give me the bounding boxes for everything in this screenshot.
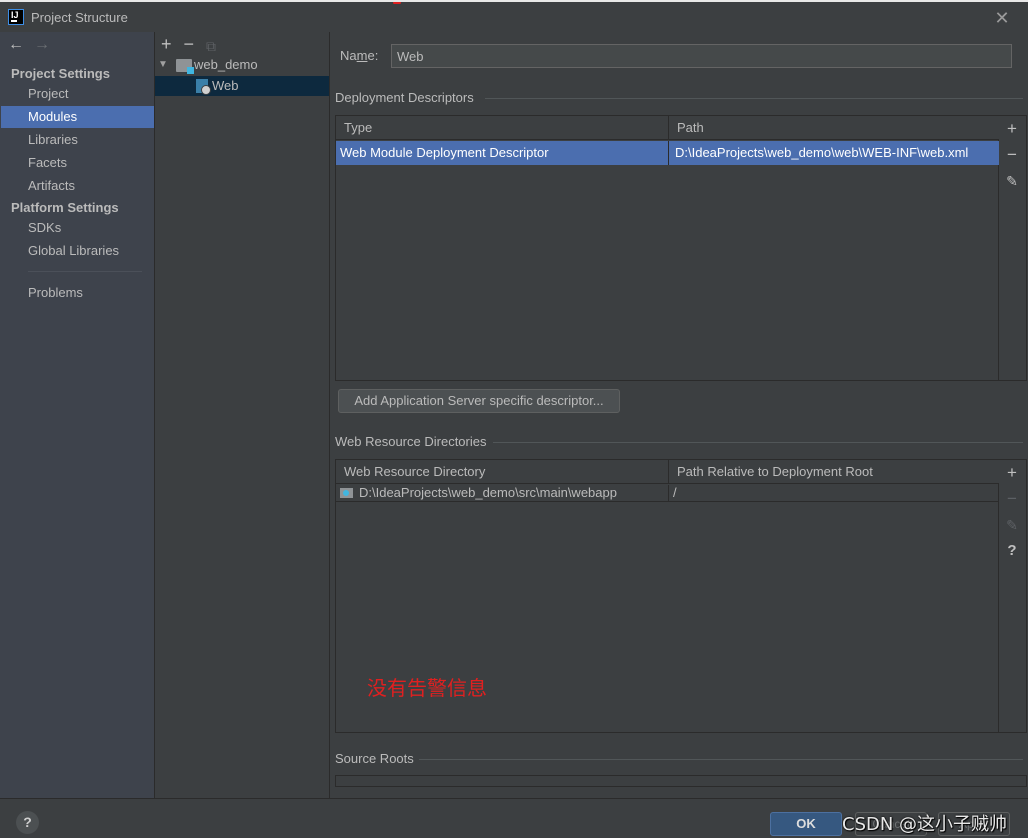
annotation-text: 没有告警信息 — [367, 676, 487, 700]
help-directory-button[interactable]: ? — [998, 538, 1026, 564]
deployment-descriptors-table: Type Path Web Module Deployment Descript… — [335, 115, 1027, 381]
column-header-relative-path[interactable]: Path Relative to Deployment Root — [668, 460, 999, 484]
module-tree-panel: + − ⧉ ▼ web_demo Web — [155, 32, 330, 798]
facet-detail-panel: Name: Deployment Descriptors Type Path W… — [330, 32, 1028, 798]
edit-descriptor-button[interactable]: ✎ — [998, 168, 1026, 194]
expand-arrow-icon[interactable]: ▼ — [158, 55, 168, 75]
window-title: Project Structure — [31, 10, 128, 25]
sidebar-item-sdks[interactable]: SDKs — [1, 217, 154, 239]
pencil-icon: ✎ — [1006, 173, 1018, 189]
sidebar-item-modules[interactable]: Modules — [1, 106, 154, 128]
descriptor-path-cell: D:\IdeaProjects\web_demo\web\WEB-INF\web… — [668, 141, 999, 165]
pencil-icon: ✎ — [1006, 517, 1018, 533]
question-icon: ? — [1007, 542, 1017, 559]
plus-icon: + — [1007, 463, 1017, 482]
add-directory-button[interactable]: + — [998, 460, 1026, 486]
resource-toolbar: + − ✎ ? — [998, 460, 1026, 732]
logo-text: IJ — [11, 10, 19, 20]
add-server-descriptor-button[interactable]: Add Application Server specific descript… — [338, 389, 620, 413]
close-icon: ✕ — [994, 8, 1010, 28]
column-header-type[interactable]: Type — [336, 116, 668, 140]
group-separator — [419, 759, 1023, 760]
add-descriptor-button[interactable]: + — [998, 116, 1026, 142]
source-roots-list — [335, 775, 1027, 787]
title-bar: IJ Project Structure ✕ — [0, 4, 1028, 32]
descriptor-type-cell: Web Module Deployment Descriptor — [340, 145, 549, 160]
descriptor-table-body: Type Path Web Module Deployment Descript… — [336, 116, 999, 380]
dialog-footer: ? OK Cancel Apply CSDN @这小子贼帅 — [0, 798, 1028, 838]
module-folder-icon — [176, 59, 194, 74]
sidebar-divider — [28, 271, 142, 272]
tree-node-label: web_demo — [194, 57, 258, 72]
web-resource-directories-title: Web Resource Directories — [335, 434, 487, 449]
deployment-descriptors-title: Deployment Descriptors — [335, 90, 474, 105]
intellij-logo-icon: IJ — [8, 9, 24, 25]
tree-node-web-demo[interactable]: ▼ web_demo — [155, 55, 329, 75]
section-project-settings: Project Settings — [11, 66, 110, 81]
sidebar-item-artifacts[interactable]: Artifacts — [1, 175, 154, 197]
web-folder-icon — [340, 488, 353, 498]
minus-icon: − — [1007, 145, 1017, 164]
minus-icon: − — [1007, 489, 1017, 508]
table-header: Type Path — [336, 116, 999, 140]
column-header-directory[interactable]: Web Resource Directory — [336, 460, 668, 484]
close-button[interactable]: ✕ — [992, 8, 1012, 28]
column-header-path[interactable]: Path — [668, 116, 999, 140]
tree-node-web[interactable]: Web — [155, 76, 329, 96]
remove-descriptor-button[interactable]: − — [998, 142, 1026, 168]
ok-button[interactable]: OK — [770, 812, 842, 836]
sidebar-item-project[interactable]: Project — [1, 83, 154, 105]
help-button[interactable]: ? — [16, 811, 39, 834]
web-facet-icon — [196, 79, 211, 95]
table-row[interactable]: Web Module Deployment Descriptor D:\Idea… — [336, 141, 999, 165]
sidebar-item-problems[interactable]: Problems — [1, 282, 154, 304]
relative-path-cell: / — [668, 485, 999, 501]
table-header: Web Resource Directory Path Relative to … — [336, 460, 999, 484]
settings-sidebar: ← → Project Settings Project Modules Lib… — [0, 32, 155, 798]
back-arrow-icon[interactable]: ← — [8, 36, 24, 54]
group-separator — [485, 98, 1023, 99]
name-label: Name: — [340, 48, 379, 63]
tree-node-label: Web — [212, 78, 239, 93]
plus-icon: + — [1007, 119, 1017, 138]
directory-cell: D:\IdeaProjects\web_demo\src\main\webapp — [359, 485, 617, 500]
source-roots-title: Source Roots — [335, 751, 414, 766]
nav-arrows: ← → — [8, 36, 50, 54]
question-icon: ? — [23, 814, 32, 830]
edit-directory-button[interactable]: ✎ — [998, 512, 1026, 538]
remove-directory-button[interactable]: − — [998, 486, 1026, 512]
project-structure-dialog: IJ Project Structure ✕ ← → Project Setti… — [0, 0, 1028, 838]
sidebar-item-facets[interactable]: Facets — [1, 152, 154, 174]
sidebar-item-global-libraries[interactable]: Global Libraries — [1, 240, 154, 262]
watermark-text: CSDN @这小子贼帅 — [842, 814, 1008, 835]
group-separator — [493, 442, 1023, 443]
name-input[interactable] — [391, 44, 1012, 68]
sidebar-item-libraries[interactable]: Libraries — [1, 129, 154, 151]
forward-arrow-icon[interactable]: → — [34, 36, 50, 54]
table-row[interactable]: D:\IdeaProjects\web_demo\src\main\webapp… — [336, 485, 999, 502]
section-platform-settings: Platform Settings — [11, 200, 119, 215]
descriptor-toolbar: + − ✎ — [998, 116, 1026, 380]
